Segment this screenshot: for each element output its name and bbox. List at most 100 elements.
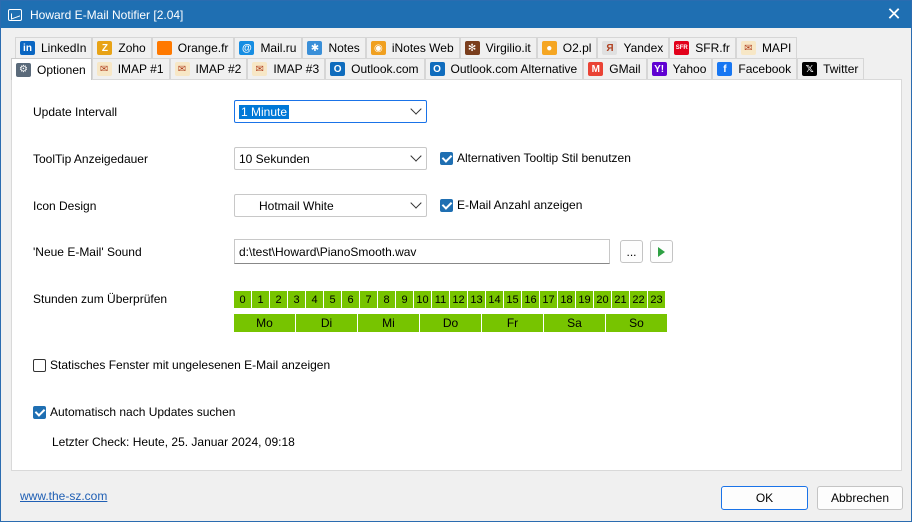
tab-twitter[interactable]: 𝕏 Twitter	[797, 58, 865, 79]
outlook-icon: O	[330, 62, 346, 76]
x-twitter-icon: 𝕏	[802, 62, 818, 76]
mailru-icon: @	[239, 41, 255, 55]
tooltip-duration-value: 10 Sekunden	[239, 151, 310, 166]
day-cell[interactable]: Sa	[544, 314, 606, 332]
hour-cell[interactable]: 20	[594, 291, 612, 308]
tab-outlook-com[interactable]: O Outlook.com	[325, 58, 425, 79]
hour-cell[interactable]: 13	[468, 291, 486, 308]
last-check-text: Letzter Check: Heute, 25. Januar 2024, 0…	[52, 435, 295, 449]
facebook-icon: f	[717, 62, 733, 76]
tab-mapi[interactable]: ✉ MAPI	[735, 37, 798, 58]
website-link[interactable]: www.the-sz.com	[20, 489, 107, 503]
sound-label: 'Neue E-Mail' Sound	[33, 245, 142, 259]
tab-yandex[interactable]: Я Yandex	[597, 37, 670, 58]
checkbox-checked-icon	[440, 151, 453, 165]
tab-inotes-web[interactable]: ◉ iNotes Web	[365, 37, 460, 58]
tab-label: IMAP #3	[273, 62, 320, 76]
tab-optionen[interactable]: ⚙ Optionen	[11, 58, 92, 80]
tab-row-1: in LinkedIn Z Zoho Orange.fr @ Mail.ru ✱ Notes ◉ i…	[15, 37, 798, 58]
hour-cell[interactable]: 15	[504, 291, 522, 308]
cancel-button[interactable]: Abbrechen	[817, 486, 903, 510]
tab-label: Zoho	[118, 41, 146, 55]
day-cell[interactable]: So	[606, 314, 668, 332]
update-interval-select[interactable]: 1 Minute	[234, 100, 427, 123]
hour-cell[interactable]: 5	[324, 291, 342, 308]
tab-notes[interactable]: ✱ Notes	[302, 37, 366, 58]
browse-button[interactable]: ...	[620, 240, 643, 263]
tab-yahoo[interactable]: Y! Yahoo	[646, 58, 713, 79]
tab-sfr-fr[interactable]: SFR SFR.fr	[669, 37, 736, 58]
hour-cell[interactable]: 17	[540, 291, 558, 308]
tab-label: Outlook.com	[351, 62, 419, 76]
hour-cell[interactable]: 0	[234, 291, 252, 308]
hour-cell[interactable]: 1	[252, 291, 270, 308]
play-sound-button[interactable]	[650, 240, 673, 263]
tab-label: Mail.ru	[260, 41, 297, 55]
chevron-down-icon	[410, 197, 422, 209]
hour-cell[interactable]: 7	[360, 291, 378, 308]
sound-path-input[interactable]: d:\test\Howard\PianoSmooth.wav	[234, 239, 610, 264]
hour-cell[interactable]: 4	[306, 291, 324, 308]
hour-cell[interactable]: 9	[396, 291, 414, 308]
yahoo-icon: Y!	[651, 62, 667, 76]
mapi-envelope-icon: ✉	[740, 41, 756, 55]
hour-cell[interactable]: 3	[288, 291, 306, 308]
ok-button[interactable]: OK	[721, 486, 808, 510]
tab-gmail[interactable]: M GMail	[583, 58, 647, 79]
tab-facebook[interactable]: f Facebook	[712, 58, 798, 79]
tab-virgilio-it[interactable]: ✻ Virgilio.it	[459, 37, 537, 58]
hour-cell[interactable]: 11	[432, 291, 450, 308]
day-cell[interactable]: Di	[296, 314, 358, 332]
tab-imap-3[interactable]: ✉ IMAP #3	[247, 58, 326, 79]
hour-cell[interactable]: 14	[486, 291, 504, 308]
tab-label: Virgilio.it	[485, 41, 531, 55]
hour-cell[interactable]: 6	[342, 291, 360, 308]
orange-icon	[156, 41, 172, 55]
tab-imap-1[interactable]: ✉ IMAP #1	[91, 58, 170, 79]
o2-icon: ●	[541, 41, 557, 55]
tab-orange-fr[interactable]: Orange.fr	[151, 37, 235, 58]
hour-cell[interactable]: 23	[648, 291, 666, 308]
chevron-down-icon	[410, 150, 422, 162]
title-bar[interactable]: Howard E-Mail Notifier [2.04] ✕	[1, 1, 911, 28]
tab-o2-pl[interactable]: ● O2.pl	[536, 37, 598, 58]
tooltip-duration-label: ToolTip Anzeigedauer	[33, 152, 148, 166]
hour-cell[interactable]: 16	[522, 291, 540, 308]
hour-cell[interactable]: 10	[414, 291, 432, 308]
tab-label: Outlook.com Alternative	[450, 62, 578, 76]
email-count-checkbox[interactable]: E-Mail Anzahl anzeigen	[440, 198, 582, 212]
tab-mail-ru[interactable]: @ Mail.ru	[234, 37, 303, 58]
tab-imap-2[interactable]: ✉ IMAP #2	[169, 58, 248, 79]
hour-cell[interactable]: 8	[378, 291, 396, 308]
notes-icon: ✱	[307, 41, 323, 55]
day-cell[interactable]: Do	[420, 314, 482, 332]
day-cell[interactable]: Fr	[482, 314, 544, 332]
tab-zoho[interactable]: Z Zoho	[92, 37, 152, 58]
tab-label: Facebook	[738, 62, 792, 76]
hour-cell[interactable]: 19	[576, 291, 594, 308]
icon-design-value: Hotmail White	[259, 198, 334, 213]
hours-label: Stunden zum Überprüfen	[33, 292, 168, 306]
icon-design-select[interactable]: Hotmail White	[234, 194, 427, 217]
icon-design-label: Icon Design	[33, 199, 97, 213]
tab-label: Yahoo	[672, 62, 707, 76]
tab-row-2: ⚙ Optionen ✉ IMAP #1 ✉ IMAP #2 ✉ IMAP #3 O Outloo…	[11, 58, 865, 80]
day-cell[interactable]: Mi	[358, 314, 420, 332]
close-button[interactable]: ✕	[883, 4, 905, 25]
hour-cell[interactable]: 12	[450, 291, 468, 308]
checkbox-checked-icon	[440, 198, 453, 212]
browse-label: ...	[626, 244, 637, 259]
hour-cell[interactable]: 2	[270, 291, 288, 308]
static-window-checkbox[interactable]: Statisches Fenster mit ungelesenen E-Mai…	[33, 358, 330, 372]
day-cell[interactable]: Mo	[234, 314, 296, 332]
alt-tooltip-checkbox[interactable]: Alternativen Tooltip Stil benutzen	[440, 151, 631, 165]
tab-label: GMail	[609, 62, 641, 76]
hour-cell[interactable]: 21	[612, 291, 630, 308]
tab-outlook-com-alternative[interactable]: O Outlook.com Alternative	[424, 58, 584, 79]
tab-linkedin[interactable]: in LinkedIn	[15, 37, 93, 58]
imap-envelope-icon: ✉	[174, 62, 190, 76]
auto-update-checkbox[interactable]: Automatisch nach Updates suchen	[33, 405, 235, 419]
hour-cell[interactable]: 22	[630, 291, 648, 308]
hour-cell[interactable]: 18	[558, 291, 576, 308]
tooltip-duration-select[interactable]: 10 Sekunden	[234, 147, 427, 170]
